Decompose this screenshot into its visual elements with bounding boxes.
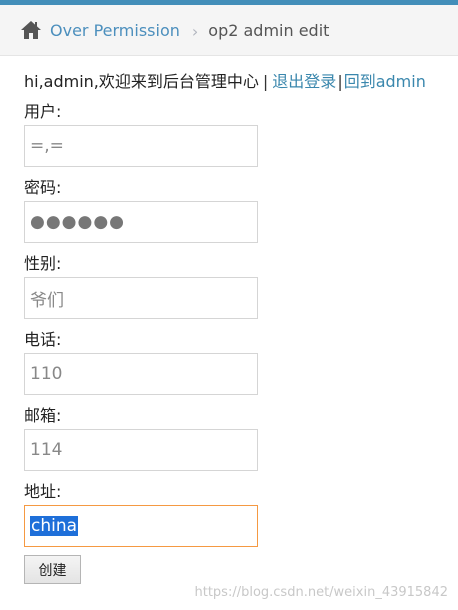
username-label: 用户:: [24, 102, 62, 121]
password-field[interactable]: ●●●●●●: [24, 201, 258, 243]
email-label: 邮箱:: [24, 406, 62, 425]
username-value: =,=: [30, 136, 64, 156]
gender-field[interactable]: 爷们: [24, 277, 258, 319]
email-field[interactable]: 114: [24, 429, 258, 471]
password-value: ●●●●●●: [30, 212, 126, 232]
address-value: china: [30, 516, 79, 536]
back-to-admin-link[interactable]: 回到admin: [344, 72, 426, 91]
breadcrumb: Over Permission › op2 admin edit: [0, 5, 458, 56]
username-field[interactable]: =,=: [24, 125, 258, 167]
password-label: 密码:: [24, 178, 62, 197]
main-content: hi,admin,欢迎来到后台管理中心 | 退出登录|回到admin 用户: =,=…: [0, 56, 458, 584]
phone-value: 110: [30, 364, 63, 384]
watermark: https://blog.csdn.net/weixin_43915842: [194, 585, 448, 600]
gender-label: 性别:: [24, 254, 62, 273]
welcome-separator: |: [262, 72, 269, 91]
logout-link[interactable]: 退出登录: [272, 72, 336, 91]
welcome-line: hi,admin,欢迎来到后台管理中心 | 退出登录|回到admin: [24, 68, 458, 92]
email-value: 114: [30, 440, 63, 460]
phone-label: 电话:: [24, 330, 62, 349]
gender-value: 爷们: [30, 290, 64, 311]
welcome-greeting: hi,admin,欢迎来到后台管理中心: [24, 72, 259, 91]
address-label: 地址:: [24, 482, 62, 501]
chevron-right-icon: ›: [191, 21, 199, 41]
breadcrumb-link-over-permission[interactable]: Over Permission: [50, 21, 180, 40]
welcome-separator: |: [337, 72, 343, 91]
phone-field[interactable]: 110: [24, 353, 258, 395]
address-field[interactable]: china: [24, 505, 258, 547]
breadcrumb-current: op2 admin edit: [208, 20, 330, 40]
home-icon[interactable]: [20, 20, 42, 40]
create-button[interactable]: 创建: [24, 555, 81, 584]
